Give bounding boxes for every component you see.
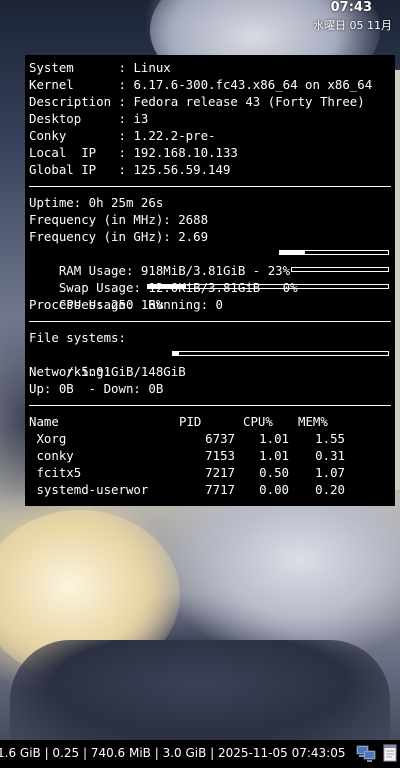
process-table-header: Name PID CPU% MEM% (29, 413, 391, 430)
local-ip-value: 192.168.10.133 (133, 145, 238, 160)
process-mem: 0.20 (315, 482, 345, 497)
process-row: fcitx5 7217 0.50 1.07 (29, 464, 391, 481)
process-mem: 1.55 (315, 431, 345, 446)
process-mem: 1.07 (315, 465, 345, 480)
process-pid: 7217 (205, 465, 235, 480)
cpu-usage-row: CPU Usage: 16% (29, 279, 391, 312)
divider (29, 405, 391, 406)
network-speed: Up: 0B - Down: 0B (29, 381, 164, 396)
ram-usage-row: RAM Usage: 918MiB/3.81GiB - 23% (29, 245, 391, 278)
processes: Processes: 250 Running: 0 (29, 297, 223, 312)
header-mem: MEM% (298, 414, 328, 429)
header-pid: PID (179, 414, 202, 429)
kernel-row: Kernel : 6.17.6-300.fc43.x86_64 on x86_6… (29, 77, 373, 92)
network-icon[interactable] (356, 743, 376, 763)
process-pid: 7717 (205, 482, 235, 497)
header-cpu: CPU% (243, 414, 273, 429)
kernel-value: 6.17.6-300.fc43.x86_64 on x86_64 (133, 77, 373, 92)
ram-usage-bar (279, 250, 389, 255)
wallpaper-dark-shape (10, 640, 390, 750)
desktop-value: i3 (133, 111, 149, 126)
global-ip-value: 125.56.59.149 (133, 162, 231, 177)
divider (29, 321, 391, 322)
conky-panel: System : Linux Kernel : 6.17.6-300.fc43.… (25, 55, 395, 506)
global-ip-key: Global IP (29, 162, 112, 177)
process-cpu: 0.50 (259, 465, 289, 480)
process-cpu: 1.01 (259, 448, 289, 463)
kernel-key: Kernel (29, 77, 112, 92)
system-tray (356, 743, 400, 763)
process-cpu: 1.01 (259, 431, 289, 446)
desktop-key: Desktop (29, 111, 112, 126)
process-row: systemd-userwor 7717 0.00 0.20 (29, 481, 391, 498)
process-pid: 6737 (205, 431, 235, 446)
divider (29, 186, 391, 187)
conky-version-value: 1.22.2-pre- (133, 128, 216, 143)
system-value: Linux (133, 60, 171, 75)
description-key: Description (29, 94, 112, 109)
system-row: System : Linux (29, 60, 171, 75)
process-cpu: 0.00 (259, 482, 289, 497)
system-key: System (29, 60, 112, 75)
uptime: Uptime: 0h 25m 26s (29, 195, 164, 210)
description-value: Fedora release 43 (Forty Three) (133, 94, 365, 109)
process-row: Xorg 6737 1.01 1.55 (29, 430, 391, 447)
global-ip-row: Global IP : 125.56.59.149 (29, 162, 231, 177)
top-date: 水曜日 05 11月 (313, 19, 392, 32)
swap-usage-row: Swap Usage: 12.0KiB/3.81GiB - 0% (29, 262, 391, 295)
conky-version-row: Conky : 1.22.2-pre- (29, 128, 216, 143)
process-name: systemd-userwor (29, 482, 149, 497)
desktop-row: Desktop : i3 (29, 111, 149, 126)
frequency-mhz: Frequency (in MHz): 2688 (29, 212, 209, 227)
conky-version-key: Conky (29, 128, 112, 143)
root-fs-bar (172, 351, 389, 356)
status-line: 1.6 GiB | 0.25 | 740.6 MiB | 3.0 GiB | 2… (0, 746, 346, 760)
process-row: conky 7153 1.01 0.31 (29, 447, 391, 464)
i3-status-bar: 1.6 GiB | 0.25 | 740.6 MiB | 3.0 GiB | 2… (0, 740, 400, 768)
root-fs-fill (173, 352, 180, 355)
cpu-usage-bar (147, 284, 389, 289)
top-clock: 07:43 (330, 0, 372, 15)
root-fs-row: / 5.01GiB/148GiB (29, 346, 391, 379)
top-bar: 07:43 水曜日 05 11月 (0, 0, 400, 36)
frequency-ghz: Frequency (in GHz): 2.69 (29, 229, 209, 244)
process-name: fcitx5 (29, 465, 82, 480)
process-mem: 0.31 (315, 448, 345, 463)
process-name: conky (29, 448, 74, 463)
local-ip-row: Local IP : 192.168.10.133 (29, 145, 238, 160)
local-ip-key: Local IP (29, 145, 112, 160)
networking-title: Networking: (29, 364, 112, 379)
description-row: Description : Fedora release 43 (Forty T… (29, 94, 365, 109)
filesystems-title: File systems: (29, 330, 126, 345)
process-name: Xorg (29, 431, 67, 446)
process-pid: 7153 (205, 448, 235, 463)
cpu-usage-fill (148, 285, 187, 288)
ram-usage-fill (280, 251, 305, 254)
notes-icon[interactable] (380, 743, 400, 763)
header-name: Name (29, 414, 59, 429)
swap-usage-bar (291, 267, 389, 272)
